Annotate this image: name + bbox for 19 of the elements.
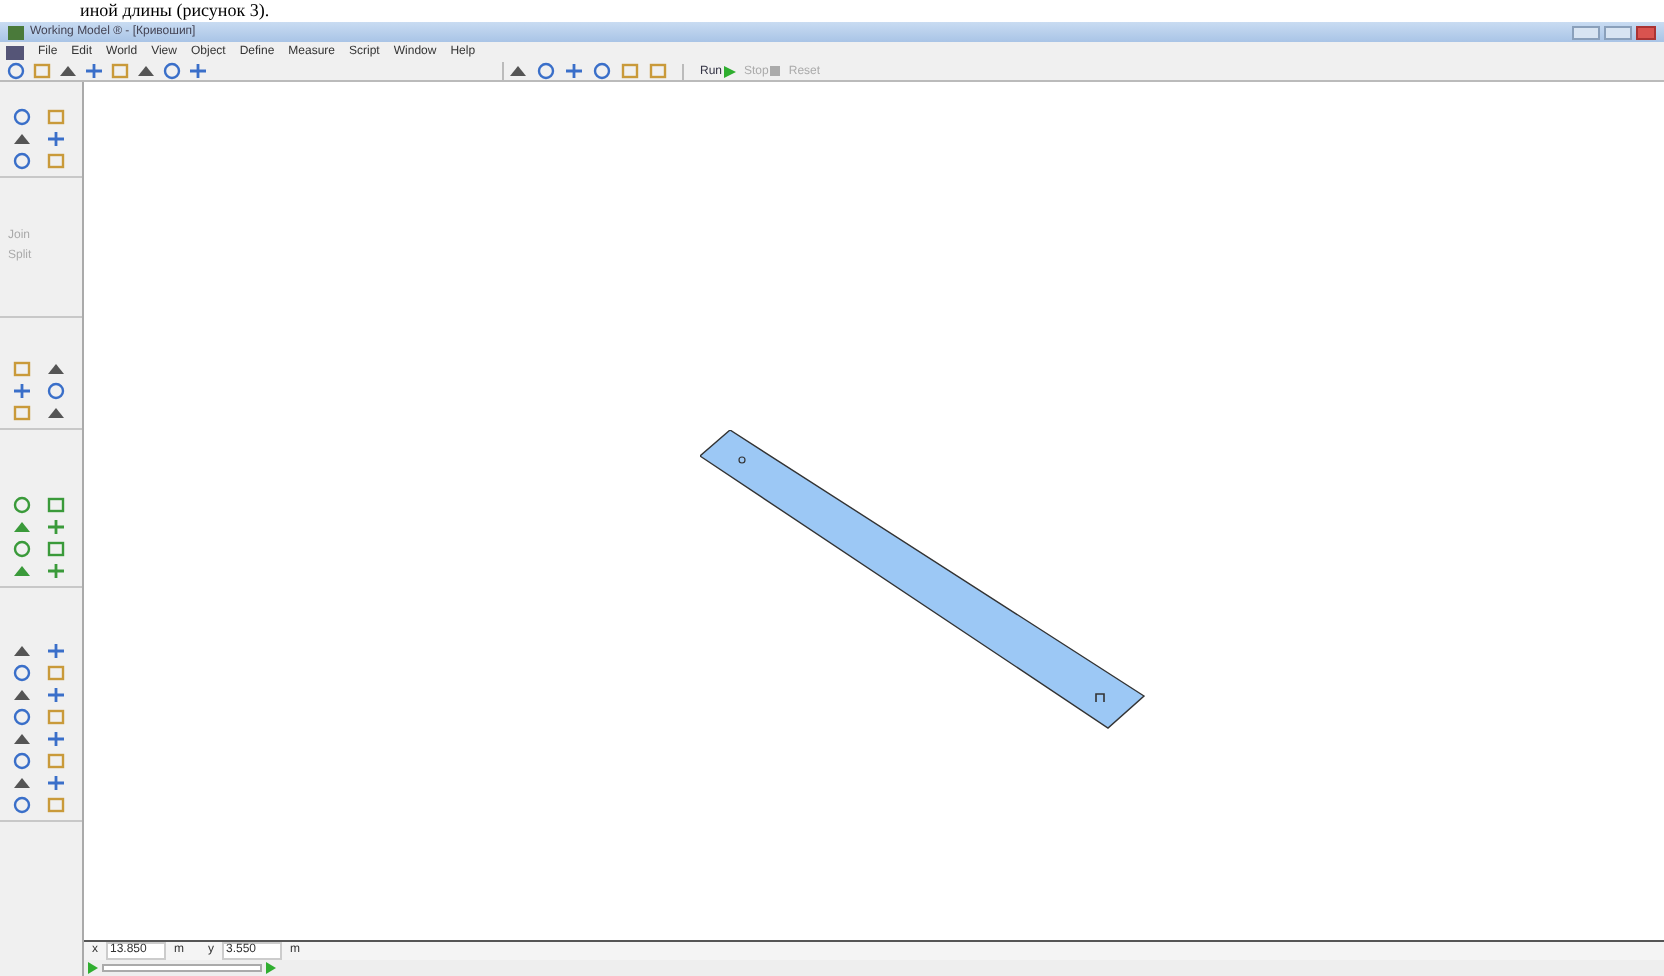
tool-icon[interactable] xyxy=(45,686,65,704)
document-caption: иной длины (рисунок 3). xyxy=(80,0,270,22)
tool-icon[interactable] xyxy=(45,518,65,536)
tool-icon[interactable] xyxy=(84,62,104,80)
app-icon xyxy=(8,25,24,39)
tool-icon[interactable] xyxy=(45,130,65,148)
tool-icon[interactable] xyxy=(12,382,32,400)
tool-icon[interactable] xyxy=(45,642,65,660)
tool-icon[interactable] xyxy=(564,62,584,80)
play-icon[interactable] xyxy=(266,962,276,974)
tool-icon[interactable] xyxy=(45,774,65,792)
close-button[interactable] xyxy=(1636,25,1656,39)
tool-icon[interactable] xyxy=(188,62,208,80)
tool-icon[interactable] xyxy=(45,562,65,580)
stop-icon xyxy=(770,66,781,76)
play-icon[interactable] xyxy=(88,962,98,974)
document-icon xyxy=(6,45,24,59)
tool-icon[interactable] xyxy=(45,730,65,748)
playback-scrollbar[interactable] xyxy=(84,960,1664,976)
